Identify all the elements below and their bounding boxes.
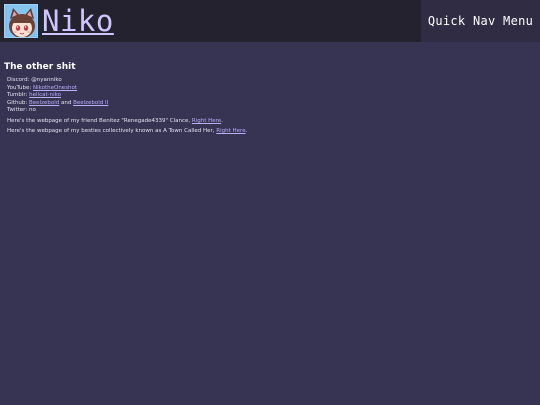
contact-github: Github: Beelzebold and Beelzebold II [7,99,109,106]
quick-nav-menu-button[interactable]: Quick Nav Menu [421,0,540,42]
github-link-2[interactable]: Beelzebold II [73,100,108,106]
contact-discord: Discord: @nyanniko [7,77,62,83]
youtube-link[interactable]: NikotheOneshot [33,85,77,91]
section-title: The other shit [4,62,76,72]
tumblr-link[interactable]: hellcat-niko [29,92,61,98]
contact-tumblr: Tumblr: hellcat-niko [7,92,61,98]
contact-twitter: Twitter: no [7,107,36,113]
quick-nav-menu-label: Quick Nav Menu [427,14,534,28]
site-title-link[interactable]: Niko [42,4,114,38]
contact-youtube: YouTube: NikotheOneshot [7,84,78,91]
friend-right-here-link[interactable]: Right Here [192,118,221,124]
besties-paragraph: Here's the webpage of my besties collect… [7,128,248,134]
site-header: Niko Quick Nav Menu [0,0,540,42]
friend-paragraph: Here's the webpage of my friend Benitez … [7,118,223,124]
besties-right-here-link[interactable]: Right Here [216,128,245,134]
cat-girl-avatar-icon [4,4,38,38]
contact-list: Discord: @nyanniko YouTube: NikotheOnesh… [7,77,108,115]
github-link-1[interactable]: Beelzebold [29,100,59,106]
